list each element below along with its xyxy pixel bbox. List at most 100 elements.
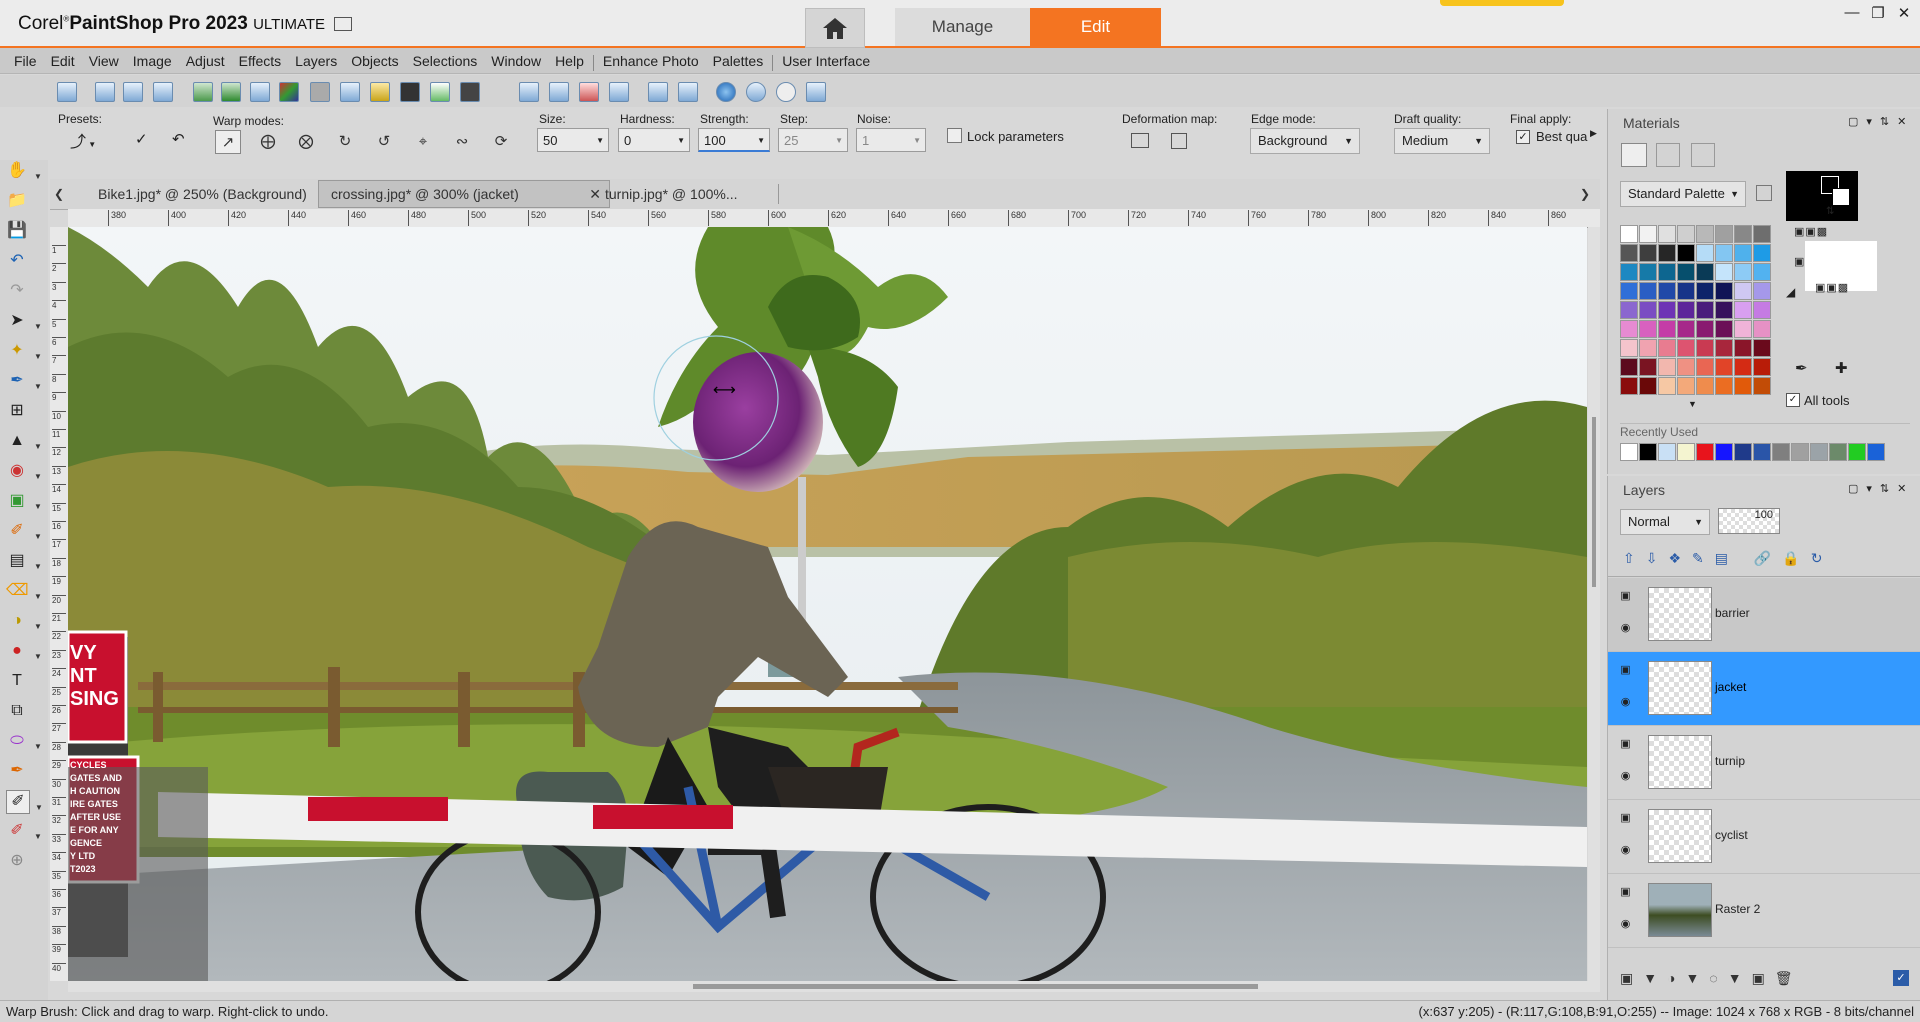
eye-icon[interactable]: ◉ — [1619, 622, 1632, 635]
color-swatch[interactable] — [1734, 244, 1752, 262]
dropper-tool-icon[interactable]: ✒ ▼ — [6, 370, 42, 392]
color-swatch[interactable] — [1620, 320, 1638, 338]
minimize-button[interactable]: — — [1840, 4, 1864, 24]
menu-user-interface[interactable]: User Interface — [775, 48, 877, 74]
color-swatch[interactable] — [1734, 339, 1752, 357]
eye-icon[interactable]: ◉ — [1619, 918, 1632, 931]
warp-contract-icon[interactable]: ⨂ — [294, 130, 318, 152]
notification-bar[interactable] — [1440, 0, 1564, 6]
color-swatch[interactable] — [1734, 377, 1752, 395]
final-apply-checkbox[interactable]: ✓ — [1516, 130, 1530, 144]
workspace-icon[interactable] — [334, 16, 353, 31]
script-run-icon[interactable] — [549, 82, 569, 102]
color-swatch[interactable] — [1715, 358, 1733, 376]
save-icon[interactable] — [1171, 133, 1187, 149]
color-icon[interactable] — [279, 82, 299, 102]
color-swatch[interactable] — [1620, 225, 1638, 243]
folder-icon[interactable]: 📁 — [6, 190, 28, 212]
color-swatch[interactable] — [1753, 339, 1771, 357]
fill-tool-icon[interactable]: ● ▼ — [6, 640, 42, 662]
dropper-icon[interactable]: ✒ — [1795, 359, 1808, 377]
color-swatch[interactable] — [1658, 244, 1676, 262]
color-swatch[interactable] — [1658, 320, 1676, 338]
pattern-icon[interactable] — [460, 82, 480, 102]
close-button[interactable]: ✕ — [1892, 4, 1916, 24]
layer-row[interactable]: ▣ ◉ Raster 2 — [1608, 874, 1920, 948]
eye-icon[interactable]: ◉ — [1619, 696, 1632, 709]
color-swatch[interactable] — [1696, 377, 1714, 395]
layer-visibility-group-icon[interactable]: ▣ — [1619, 590, 1632, 603]
gradient-tab-icon[interactable] — [1656, 143, 1680, 167]
ruler-icon[interactable] — [250, 82, 270, 102]
blend-mode-dropdown[interactable]: Normal ▼ — [1620, 509, 1710, 535]
warp-unwarp-icon[interactable]: ⟳ — [489, 130, 513, 152]
color-wheel-tab-icon[interactable] — [1691, 143, 1715, 167]
recent-color-swatch[interactable] — [1772, 443, 1790, 461]
layer-toolbar-icons[interactable]: ⇧⇩❖✎▤ 🔗🔒↻ — [1623, 550, 1920, 570]
recent-color-swatch[interactable] — [1848, 443, 1866, 461]
transform-tool-icon[interactable]: ⧉ — [6, 700, 28, 722]
palette-options-icon[interactable] — [1756, 185, 1772, 201]
color-swatch[interactable] — [1715, 263, 1733, 281]
compass-icon[interactable]: ⊕ — [6, 850, 28, 872]
color-swatch[interactable] — [1658, 225, 1676, 243]
menu-layers[interactable]: Layers — [288, 48, 344, 74]
transparent-icon[interactable]: ◢ — [1786, 285, 1795, 299]
image-canvas[interactable]: ⟷ VY NT SING CYCLES GATES AND H CAUTION … — [68, 227, 1587, 981]
restore-button[interactable]: ❐ — [1866, 4, 1890, 24]
background-mini-swatch[interactable] — [1832, 188, 1850, 206]
color-swatch[interactable] — [1696, 263, 1714, 281]
menu-help[interactable]: Help — [548, 48, 591, 74]
swatch-grid[interactable] — [1620, 225, 1772, 395]
horizontal-scrollbar[interactable] — [68, 981, 1600, 992]
all-tools-checkbox[interactable]: ✓ — [1786, 393, 1800, 407]
tabs-scroll-right-icon[interactable]: ❯ — [1580, 179, 1590, 209]
menu-adjust[interactable]: Adjust — [179, 48, 232, 74]
swatches-tab-icon[interactable] — [1621, 143, 1647, 167]
color-swatch[interactable] — [1620, 358, 1638, 376]
color-swatch[interactable] — [1734, 263, 1752, 281]
layer-visibility-group-icon[interactable]: ▣ — [1619, 812, 1632, 825]
color-swatch[interactable] — [1677, 358, 1695, 376]
color-swatch[interactable] — [1677, 225, 1695, 243]
warp-iron-out-icon[interactable]: ∾ — [450, 130, 474, 152]
layout-icon[interactable] — [153, 82, 173, 102]
save-icon[interactable]: 💾 — [6, 220, 28, 242]
menu-file[interactable]: File — [7, 48, 44, 74]
color-swatch[interactable] — [1753, 301, 1771, 319]
search-icon[interactable] — [370, 82, 390, 102]
layer-visibility-group-icon[interactable]: ▣ — [1619, 664, 1632, 677]
color-swatch[interactable] — [1639, 358, 1657, 376]
vertical-scrollbar[interactable] — [1588, 227, 1600, 981]
color-swatch[interactable] — [1715, 320, 1733, 338]
menu-selections[interactable]: Selections — [406, 48, 485, 74]
document-tab[interactable]: turnip.jpg* @ 100%... — [605, 179, 738, 209]
size-input[interactable]: 50 ▼ — [537, 128, 609, 152]
color-swatch[interactable] — [1620, 339, 1638, 357]
color-swatch[interactable] — [1715, 282, 1733, 300]
pan-tool-icon[interactable]: ✋ ▼ — [6, 160, 42, 182]
color-swatch[interactable] — [1753, 320, 1771, 338]
globe-icon[interactable] — [716, 82, 736, 102]
color-swatch[interactable] — [1677, 263, 1695, 281]
color-swatch[interactable] — [1677, 244, 1695, 262]
text-tool-icon[interactable]: T — [6, 670, 28, 692]
lock-parameters-checkbox[interactable] — [947, 128, 962, 143]
circle-icon[interactable] — [310, 82, 330, 102]
color-swatch[interactable] — [1658, 301, 1676, 319]
warp-twirl-left-icon[interactable]: ↺ — [372, 130, 396, 152]
recent-color-swatch[interactable] — [1639, 443, 1657, 461]
layer-visibility-group-icon[interactable]: ▣ — [1619, 738, 1632, 751]
swap-colors-icon[interactable]: ⇅ — [1826, 206, 1834, 217]
home-button[interactable] — [805, 8, 865, 48]
straighten-tool-icon[interactable]: ▲ ▼ — [6, 430, 42, 452]
color-swatch[interactable] — [1677, 320, 1695, 338]
batch-rename-icon[interactable] — [678, 82, 698, 102]
clone-tool-icon[interactable]: ▣ ▼ — [6, 490, 41, 512]
color-swatch[interactable] — [1658, 282, 1676, 300]
opacity-slider[interactable]: 100 — [1718, 508, 1780, 534]
grid-view-icon[interactable] — [57, 82, 77, 102]
color-swatch[interactable] — [1734, 225, 1752, 243]
color-swatch[interactable] — [1734, 320, 1752, 338]
redo-icon[interactable]: ↷ — [6, 280, 28, 302]
